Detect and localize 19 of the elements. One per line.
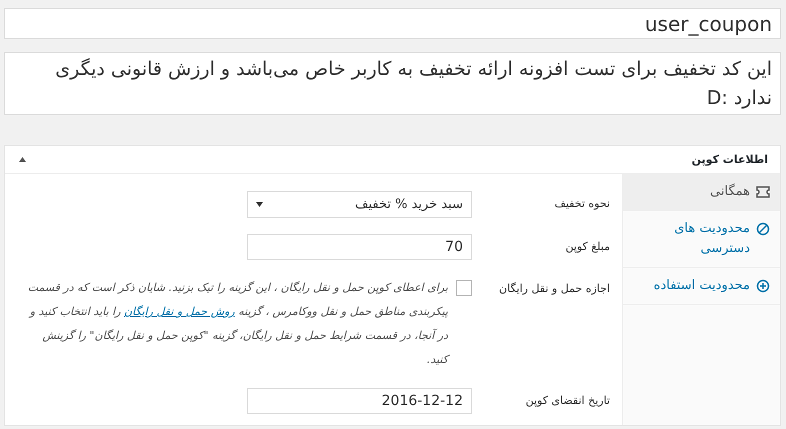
- field-label: اجازه حمل و نقل رایگان: [498, 281, 611, 297]
- shipping-method-link[interactable]: روش حمل و نقل رایگان: [124, 305, 235, 318]
- field-label: نحوه تخفیف: [553, 196, 611, 212]
- collapse-icon[interactable]: [19, 157, 26, 162]
- plus-circle-icon: [756, 279, 770, 293]
- dropdown[interactable]: سبد خرید % تخفیف: [247, 191, 472, 218]
- checkbox[interactable]: [456, 280, 472, 296]
- sidebar-tab[interactable]: همگانی: [623, 174, 780, 211]
- ticket-icon: [756, 185, 770, 199]
- prohibited-icon: [756, 222, 770, 236]
- title-field[interactable]: user_coupon: [4, 8, 781, 39]
- input-field[interactable]: 2016-12-12: [247, 388, 472, 414]
- input-field[interactable]: 70: [247, 234, 472, 260]
- help-text: برای اعطای کوپن حمل و نقل رایگان ، این گزینه را تیک بزنید. شایان ذکر است که در قسمت پیکربندی مناطق حمل و نقل ووکامرس ، گزینه روش حمل و نقل رایگان را باید انتخاب کنید و در آنجا، در قسمت شرایط حمل و نقل رایگان، گزینه "کوپن حمل و نقل رایگان" را گزینش کنید.: [27, 280, 448, 368]
- caret-icon: [256, 202, 263, 207]
- panel-title: اطلاعات کوپن: [692, 153, 768, 166]
- field-label: تاریخ انقضای کوپن: [524, 393, 611, 409]
- field-label: مبلغ کوپن: [564, 239, 611, 255]
- description-field[interactable]: این کد تخفیف برای تست افزونه ارائه تخفیف به کاربر خاص می‌باشد و ارزش قانونی دیگری ندارد :D: [4, 52, 781, 115]
